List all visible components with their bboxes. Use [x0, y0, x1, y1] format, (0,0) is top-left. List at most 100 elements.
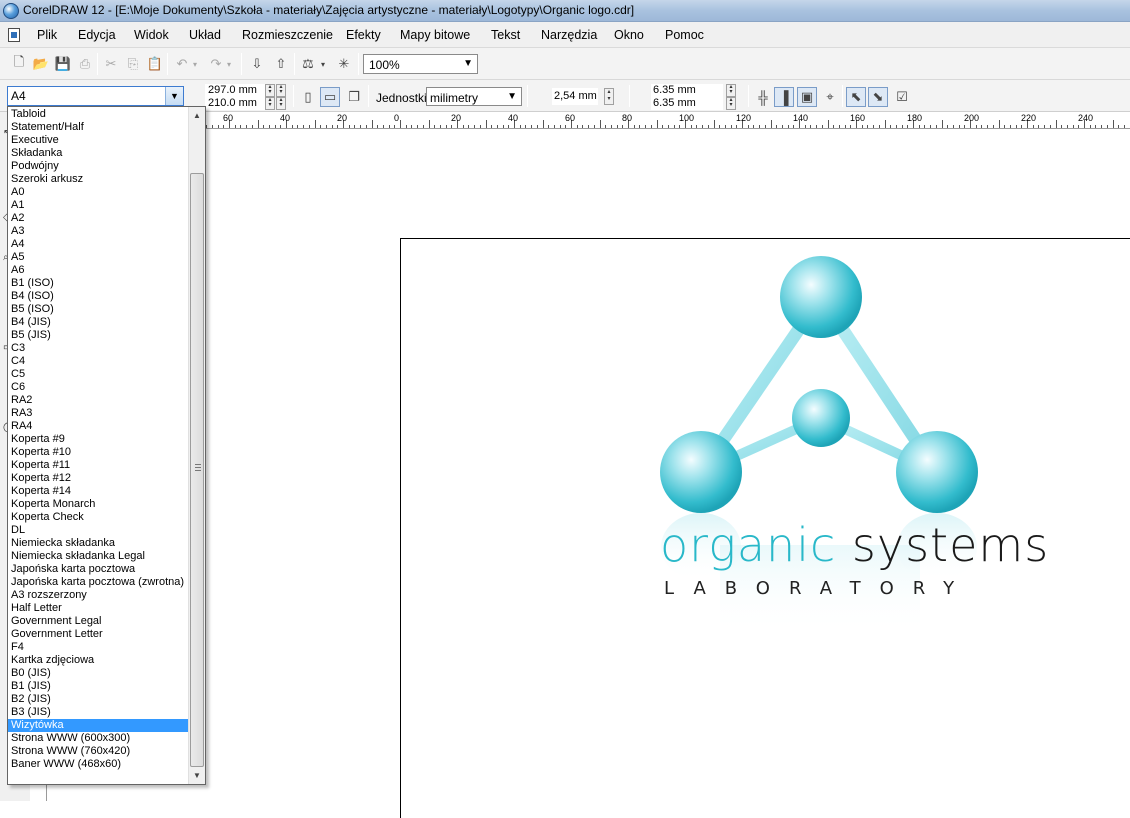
duplicate-x-field[interactable]: 6.35 mm	[651, 84, 723, 97]
page-size-option[interactable]: Japońska karta pocztowa	[8, 563, 188, 576]
corel-online-icon[interactable]: ✳	[334, 54, 354, 74]
treat-as-filled-icon[interactable]: ⬉	[846, 87, 866, 107]
scroll-up-icon[interactable]: ▲	[189, 107, 205, 124]
draw-object-icon[interactable]: ⬊	[868, 87, 888, 107]
page-size-option[interactable]: B4 (JIS)	[8, 316, 188, 329]
undo-dropdown-icon[interactable]: ▾	[190, 54, 200, 74]
snap-grid-icon[interactable]: ╬	[753, 87, 773, 107]
page-size-option[interactable]: Statement/Half	[8, 121, 188, 134]
duplicate-y-field[interactable]: 6.35 mm	[651, 97, 723, 110]
dynamic-guides-icon[interactable]: ⌖	[820, 87, 840, 107]
page-size-option[interactable]: Koperta #11	[8, 459, 188, 472]
page-width-field[interactable]: 297.0 mm	[205, 84, 265, 97]
page-size-option[interactable]: Koperta Check	[8, 511, 188, 524]
print-icon[interactable]: ⎙	[75, 54, 95, 74]
page-size-option[interactable]: C6	[8, 381, 188, 394]
page-size-option[interactable]: Podwójny	[8, 160, 188, 173]
page-size-combo[interactable]: A4 ▼	[7, 86, 184, 106]
page-size-option[interactable]: C4	[8, 355, 188, 368]
page-size-option[interactable]: Wizytówka	[8, 719, 188, 732]
page-size-option[interactable]: Kartka zdjęciowa	[8, 654, 188, 667]
page-size-option[interactable]: Koperta #12	[8, 472, 188, 485]
nudge-spinner[interactable]: ▴▾	[604, 88, 614, 105]
document-icon[interactable]	[8, 28, 20, 42]
scrollbar-thumb[interactable]	[190, 173, 204, 767]
dropdown-scrollbar[interactable]: ▲ ▼	[188, 107, 205, 784]
nudge-field[interactable]: 2,54 mm	[552, 88, 598, 105]
page-size-option[interactable]: A5	[8, 251, 188, 264]
page-size-option[interactable]: Koperta #10	[8, 446, 188, 459]
page-size-option[interactable]: Government Legal	[8, 615, 188, 628]
page-size-option[interactable]: A4	[8, 238, 188, 251]
menu-mapy-bitowe[interactable]: Mapy bitowe	[400, 28, 470, 42]
redo-icon[interactable]: ↷	[206, 54, 226, 74]
width-spinner[interactable]: ▴▾	[265, 84, 275, 97]
units-combo[interactable]: milimetry ▼	[426, 87, 522, 106]
menu-efekty[interactable]: Efekty	[346, 28, 381, 42]
import-icon[interactable]: ⇩	[247, 54, 267, 74]
page-size-option[interactable]: A1	[8, 199, 188, 212]
page-size-option[interactable]: B0 (JIS)	[8, 667, 188, 680]
page-size-option[interactable]: Japońska karta pocztowa (zwrotna)	[8, 576, 188, 589]
width-lock[interactable]: ▴▾	[276, 84, 286, 97]
page-size-option[interactable]: B3 (JIS)	[8, 706, 188, 719]
page-size-option[interactable]: Składanka	[8, 147, 188, 160]
landscape-icon[interactable]: ▭	[320, 87, 340, 107]
application-launcher-icon[interactable]: ⚖	[298, 54, 318, 74]
page-height-field[interactable]: 210.0 mm	[205, 97, 265, 110]
molecule-logo[interactable]	[650, 255, 990, 660]
page-size-option[interactable]: RA2	[8, 394, 188, 407]
open-icon[interactable]: 📂	[31, 54, 51, 74]
export-icon[interactable]: ⇧	[271, 54, 291, 74]
page-size-option[interactable]: Niemiecka składanka	[8, 537, 188, 550]
dup-x-spinner[interactable]: ▴▾	[726, 84, 736, 97]
menu-okno[interactable]: Okno	[614, 28, 644, 42]
chevron-down-icon[interactable]: ▼	[165, 87, 183, 105]
page-size-dropdown-list[interactable]: TabloidStatement/HalfExecutiveSkładankaP…	[7, 106, 206, 785]
menu-narzedzia[interactable]: Narzędzia	[541, 28, 597, 42]
menu-widok[interactable]: Widok	[134, 28, 169, 42]
page-size-option[interactable]: Government Letter	[8, 628, 188, 641]
page-size-option[interactable]: F4	[8, 641, 188, 654]
height-lock[interactable]: ▴▾	[276, 97, 286, 110]
page-size-option[interactable]: A0	[8, 186, 188, 199]
page-size-option[interactable]: Baner WWW (468x60)	[8, 758, 188, 771]
page-size-option[interactable]: A3	[8, 225, 188, 238]
options-icon[interactable]: ☑	[892, 87, 912, 107]
scroll-down-icon[interactable]: ▼	[189, 767, 205, 784]
snap-objects-icon[interactable]: ▣	[797, 87, 817, 107]
page-size-option[interactable]: Executive	[8, 134, 188, 147]
height-spinner[interactable]: ▴▾	[265, 97, 275, 110]
page-size-option[interactable]: B5 (ISO)	[8, 303, 188, 316]
page-size-option[interactable]: RA4	[8, 420, 188, 433]
page-size-option[interactable]: Koperta Monarch	[8, 498, 188, 511]
page-size-option[interactable]: C5	[8, 368, 188, 381]
page-size-option[interactable]: C3	[8, 342, 188, 355]
new-document-icon[interactable]: 🗋	[9, 54, 29, 74]
menu-edycja[interactable]: Edycja	[78, 28, 116, 42]
page-size-option[interactable]: Strona WWW (760x420)	[8, 745, 188, 758]
all-pages-icon[interactable]: ❐	[344, 87, 364, 107]
redo-dropdown-icon[interactable]: ▾	[224, 54, 234, 74]
page-size-option[interactable]: Koperta #9	[8, 433, 188, 446]
snap-guidelines-icon[interactable]: ▐	[774, 87, 794, 107]
page-size-option[interactable]: B1 (ISO)	[8, 277, 188, 290]
horizontal-ruler[interactable]: 604020020406080100120140160180200220240	[190, 112, 1130, 129]
portrait-icon[interactable]: ▯	[298, 87, 318, 107]
menu-pomoc[interactable]: Pomoc	[665, 28, 704, 42]
zoom-levels-combo[interactable]: 100% ▼	[363, 54, 478, 74]
menu-plik[interactable]: Plik	[37, 28, 57, 42]
menu-uklad[interactable]: Układ	[189, 28, 221, 42]
menu-rozmieszczenie[interactable]: Rozmieszczenie	[242, 28, 333, 42]
page-size-option[interactable]: Koperta #14	[8, 485, 188, 498]
page-size-option[interactable]: A2	[8, 212, 188, 225]
page-size-option[interactable]: B5 (JIS)	[8, 329, 188, 342]
dup-y-spinner[interactable]: ▴▾	[726, 97, 736, 110]
page-size-option[interactable]: A3 rozszerzony	[8, 589, 188, 602]
page-size-option[interactable]: B4 (ISO)	[8, 290, 188, 303]
page-size-option[interactable]: RA3	[8, 407, 188, 420]
cut-icon[interactable]: ✂	[101, 54, 121, 74]
page-size-option[interactable]: B1 (JIS)	[8, 680, 188, 693]
page-size-option[interactable]: Niemiecka składanka Legal	[8, 550, 188, 563]
coreldraw-app-icon[interactable]	[3, 3, 19, 19]
